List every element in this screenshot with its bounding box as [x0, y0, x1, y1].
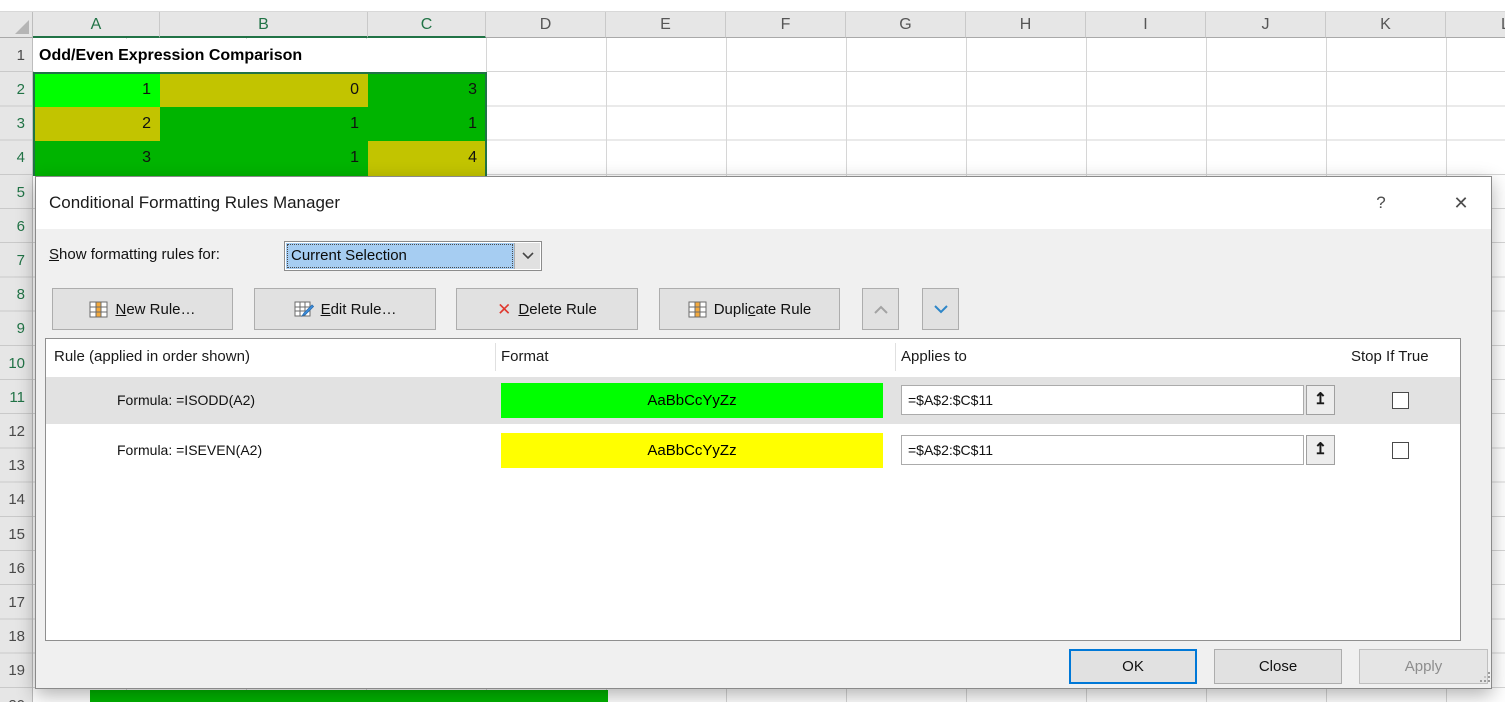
- row-header-16[interactable]: 16: [0, 552, 32, 586]
- row-header-7[interactable]: 7: [0, 244, 32, 278]
- duplicate-rule-button[interactable]: Duplicate Rule: [659, 288, 840, 330]
- collapse-dialog-icon[interactable]: ↥: [1306, 385, 1335, 415]
- delete-rule-button[interactable]: ✕ Delete Rule: [456, 288, 638, 330]
- format-preview-swatch: AaBbCcYyZz: [501, 383, 883, 418]
- close-icon[interactable]: ✕: [1444, 188, 1478, 218]
- delete-x-icon: ✕: [497, 301, 511, 318]
- column-header-F[interactable]: F: [726, 12, 846, 38]
- stop-if-true-checkbox[interactable]: [1392, 392, 1409, 409]
- row-header-3[interactable]: 3: [0, 107, 32, 141]
- rule-formula-text: Formula: =ISEVEN(A2): [117, 427, 262, 474]
- new-rule-grid-icon: [89, 301, 108, 318]
- column-header-L[interactable]: L: [1446, 12, 1505, 38]
- list-header-format: Format: [501, 339, 549, 375]
- column-header-B[interactable]: B: [160, 12, 368, 38]
- row-header-13[interactable]: 13: [0, 449, 32, 483]
- column-header-E[interactable]: E: [606, 12, 726, 38]
- new-rule-label: New Rule…: [115, 301, 195, 318]
- sheet-top-band: [0, 0, 1505, 12]
- resize-grip[interactable]: [1480, 680, 1482, 682]
- cell-B4[interactable]: 1: [160, 141, 368, 175]
- row-header-5[interactable]: 5: [0, 176, 32, 210]
- duplicate-rule-label: Duplicate Rule: [714, 301, 812, 318]
- rule-row-1[interactable]: Formula: =ISODD(A2) AaBbCcYyZz ↥: [46, 377, 1460, 424]
- column-header-A[interactable]: A: [33, 12, 160, 38]
- row-header-17[interactable]: 17: [0, 586, 32, 620]
- edit-rule-button[interactable]: Edit Rule…: [254, 288, 436, 330]
- cell-A3[interactable]: 2: [33, 107, 160, 141]
- row-header-10[interactable]: 10: [0, 347, 32, 381]
- show-rules-dropdown[interactable]: Current Selection: [284, 241, 542, 271]
- move-rule-down-button[interactable]: [922, 288, 959, 330]
- row-header-20[interactable]: 20: [0, 689, 32, 702]
- chevron-up-icon: [873, 305, 889, 314]
- format-preview-swatch: AaBbCcYyZz: [501, 433, 883, 468]
- show-formatting-rules-label: Show formatting rules for:: [49, 240, 220, 270]
- delete-rule-label: Delete Rule: [518, 301, 596, 318]
- column-separator: [895, 343, 896, 371]
- column-header-K[interactable]: K: [1326, 12, 1446, 38]
- apply-button[interactable]: Apply: [1359, 649, 1488, 684]
- row-header-1[interactable]: 1: [0, 39, 32, 73]
- row-header-6[interactable]: 6: [0, 210, 32, 244]
- cell-C2[interactable]: 3: [368, 73, 486, 107]
- list-header-rule: Rule (applied in order shown): [54, 339, 250, 375]
- cell-A4[interactable]: 3: [33, 141, 160, 175]
- conditional-formatting-rules-manager-dialog: Conditional Formatting Rules Manager ? ✕…: [35, 176, 1492, 689]
- list-header-stop-if-true: Stop If True: [1351, 339, 1429, 375]
- column-header-J[interactable]: J: [1206, 12, 1326, 38]
- row-header-12[interactable]: 12: [0, 415, 32, 449]
- row-header-15[interactable]: 15: [0, 518, 32, 552]
- row-20-formatted-strip: [90, 690, 608, 702]
- rule-row-2[interactable]: Formula: =ISEVEN(A2) AaBbCcYyZz ↥: [46, 427, 1460, 474]
- cell-C4[interactable]: 4: [368, 141, 486, 175]
- cell-B2[interactable]: 0: [160, 73, 368, 107]
- column-header-G[interactable]: G: [846, 12, 966, 38]
- column-separator: [495, 343, 496, 371]
- list-header-applies-to: Applies to: [901, 339, 967, 375]
- rule-formula-text: Formula: =ISODD(A2): [117, 377, 255, 424]
- row-header-2[interactable]: 2: [0, 73, 32, 107]
- cell-C3[interactable]: 1: [368, 107, 486, 141]
- row-header-9[interactable]: 9: [0, 312, 32, 346]
- edit-rule-label: Edit Rule…: [321, 301, 397, 318]
- cell-A2[interactable]: 1: [33, 73, 160, 107]
- show-rules-dropdown-value[interactable]: Current Selection: [286, 243, 514, 269]
- new-rule-button[interactable]: New Rule…: [52, 288, 233, 330]
- dialog-titlebar[interactable]: Conditional Formatting Rules Manager ? ✕: [36, 177, 1491, 229]
- duplicate-rule-grid-icon: [688, 301, 707, 318]
- column-header-C[interactable]: C: [368, 12, 486, 38]
- select-all-triangle-icon: [15, 20, 29, 34]
- chevron-down-icon: [522, 252, 534, 260]
- dialog-title: Conditional Formatting Rules Manager: [49, 177, 340, 229]
- dropdown-button[interactable]: [514, 243, 540, 269]
- collapse-dialog-icon[interactable]: ↥: [1306, 435, 1335, 465]
- column-header-H[interactable]: H: [966, 12, 1086, 38]
- close-button[interactable]: Close: [1214, 649, 1342, 684]
- row-header-8[interactable]: 8: [0, 278, 32, 312]
- column-header-D[interactable]: D: [486, 12, 606, 38]
- cell-A1-title[interactable]: Odd/Even Expression Comparison: [34, 39, 486, 73]
- applies-to-input[interactable]: [901, 385, 1304, 415]
- move-rule-up-button[interactable]: [862, 288, 899, 330]
- applies-to-input[interactable]: [901, 435, 1304, 465]
- chevron-down-icon: [933, 305, 949, 314]
- row-header-18[interactable]: 18: [0, 620, 32, 654]
- ok-button[interactable]: OK: [1069, 649, 1197, 684]
- cell-B3[interactable]: 1: [160, 107, 368, 141]
- rules-list: Rule (applied in order shown) Format App…: [45, 338, 1461, 641]
- row-header-19[interactable]: 19: [0, 654, 32, 688]
- row-header-4[interactable]: 4: [0, 141, 32, 175]
- stop-if-true-checkbox[interactable]: [1392, 442, 1409, 459]
- row-header-11[interactable]: 11: [0, 381, 32, 415]
- row-header-14[interactable]: 14: [0, 483, 32, 517]
- column-header-I[interactable]: I: [1086, 12, 1206, 38]
- select-all-corner[interactable]: [0, 12, 33, 38]
- edit-rule-pencil-icon: [294, 301, 314, 318]
- help-icon[interactable]: ?: [1364, 188, 1398, 218]
